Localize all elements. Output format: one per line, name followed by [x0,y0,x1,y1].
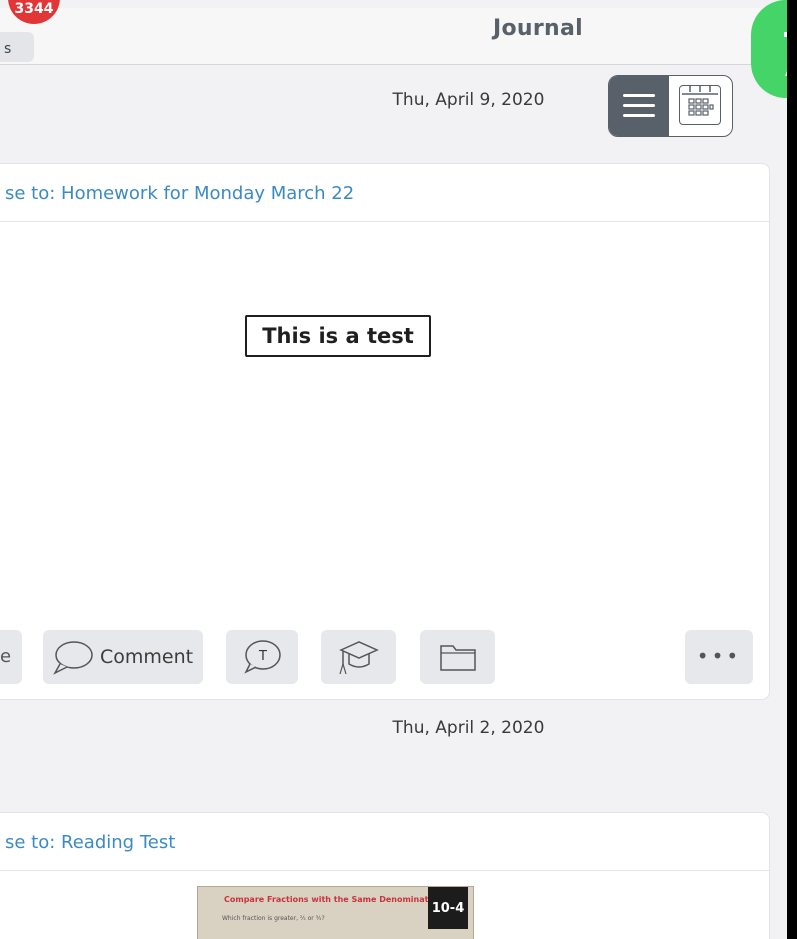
like-button[interactable]: e [0,630,22,684]
entry-header: se to: Homework for Monday March 22 [0,164,769,222]
folder-icon [440,645,476,671]
teacher-comment-button[interactable]: T [226,630,298,684]
menu-icon-line [623,114,655,117]
top-bar: s 3344 Journal [0,0,787,65]
menu-icon-line [623,104,655,107]
more-options-button[interactable]: ••• [685,630,753,684]
entry-date: Thu, April 2, 2020 [392,718,545,738]
view-toggle [608,75,733,137]
comment-label: Comment [100,646,194,668]
photo-title: Compare Fractions with the Same Denomina… [224,895,438,904]
journal-entry-card: se to: Homework for Monday March 22 [0,163,770,700]
list-view-button[interactable] [609,76,669,136]
folder-button[interactable] [420,630,495,684]
entry-header: se to: Reading Test [0,813,769,871]
calendar-view-button[interactable] [679,85,721,125]
fab-label: A [785,62,787,80]
page-title: Journal [493,16,583,41]
graduation-cap-icon [339,641,379,675]
teacher-bubble-icon: T [244,640,281,674]
more-icon: ••• [696,644,742,668]
lesson-tag: 10-4 [428,887,468,929]
plus-icon [784,32,787,37]
speech-bubble-icon [53,641,93,675]
response-link[interactable]: se to: Reading Test [5,832,175,853]
worksheet-photo[interactable]: Compare Fractions with the Same Denomina… [197,886,474,939]
add-fab[interactable]: A [751,0,787,98]
entry-content-text: This is a test [245,315,431,357]
menu-icon-line [623,94,655,97]
skills-button[interactable] [321,630,396,684]
left-nav-chip[interactable]: s [0,32,34,62]
photo-subtitle: Which fraction is greater, ⅖ or ⅗? [222,915,325,922]
calendar-icon [682,86,718,116]
svg-text:T: T [258,649,267,664]
response-link[interactable]: se to: Homework for Monday March 22 [5,183,354,204]
notification-badge: 3344 [8,0,60,24]
journal-screen: s 3344 Journal Thu, April 9, 2020 se to:… [0,0,787,939]
comment-button[interactable]: Comment [43,630,203,684]
